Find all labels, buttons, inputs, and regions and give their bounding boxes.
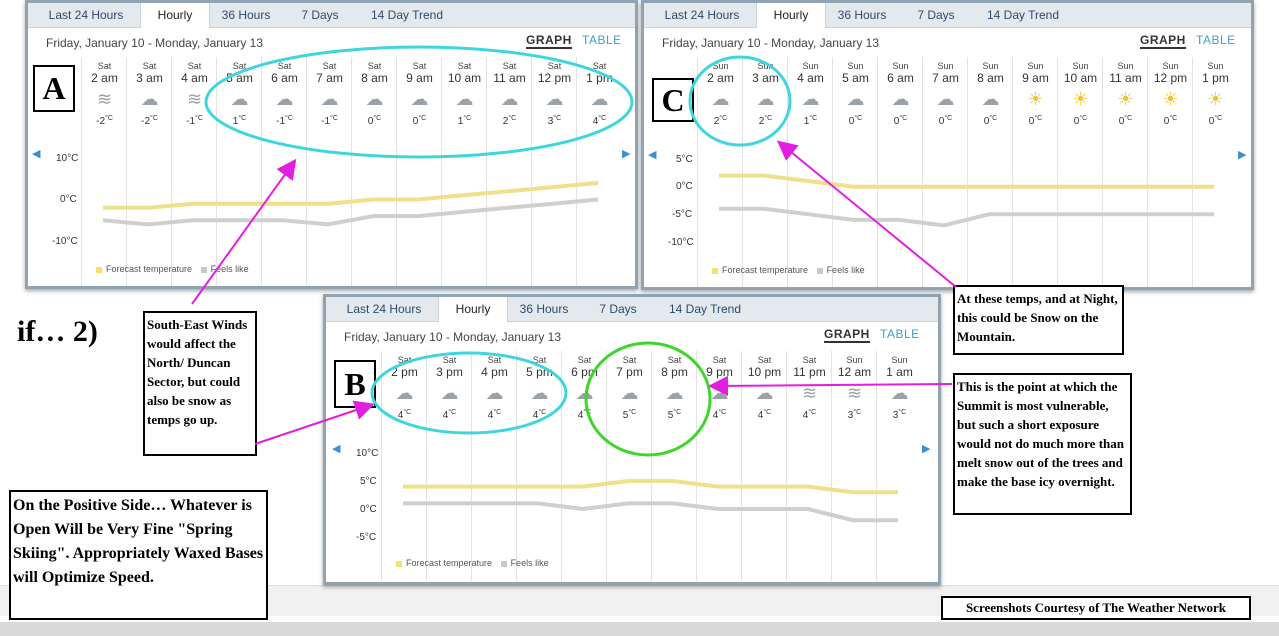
- forecast-temperature-line: [719, 173, 1214, 189]
- screenshot-credit: Screenshots Courtesy of The Weather Netw…: [941, 596, 1251, 620]
- feels-like-line: [719, 206, 1214, 228]
- page-bottom-bar: [0, 622, 1279, 636]
- forecast-panel-a: Last 24 Hours Hourly 36 Hours 7 Days 14 Day …: [25, 0, 638, 289]
- note-south-east-winds: South-East Winds would affect the North/…: [143, 311, 257, 456]
- label-b: B: [334, 360, 376, 408]
- label-a: A: [33, 65, 75, 112]
- note-positive-side: On the Positive Side… Whatever is Open W…: [9, 490, 268, 620]
- label-c: C: [652, 78, 694, 122]
- forecast-panel-c: Last 24 Hours Hourly 36 Hours 7 Days 14 Day …: [641, 0, 1254, 290]
- feels-like-line: [403, 501, 898, 523]
- note-summit-vulnerable: This is the point at which the Summit is…: [953, 373, 1132, 515]
- if-marker: if… 2): [17, 315, 98, 348]
- note-these-temps: At these temps, and at Night, this could…: [953, 285, 1124, 355]
- forecast-temperature-line: [103, 180, 599, 210]
- temperature-chart: [102, 180, 599, 227]
- temperature-chart: [403, 479, 898, 523]
- temperature-chart: [719, 173, 1214, 228]
- forecast-temperature-line: [403, 479, 898, 495]
- forecast-panel-b: Last 24 Hours Hourly 36 Hours 7 Days 14 Day …: [323, 294, 941, 585]
